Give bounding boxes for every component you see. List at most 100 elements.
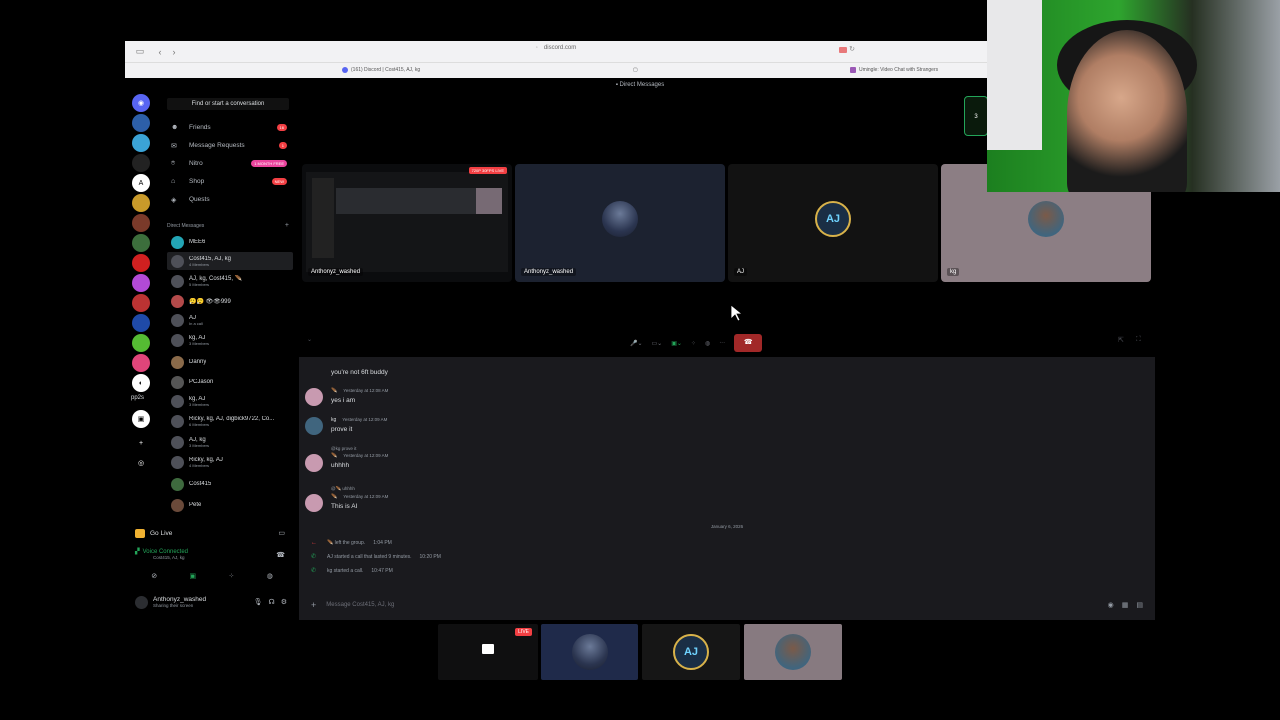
gear-icon[interactable]: ⚙ (281, 598, 287, 606)
share-screen-icon[interactable]: ▣ (189, 572, 196, 584)
server-icon-14[interactable]: ◐ (132, 374, 150, 392)
hangup-button[interactable]: ☎ (734, 334, 763, 352)
collapse-chevron-icon[interactable]: ⌄ (307, 336, 312, 343)
headphones-icon[interactable]: ☊ (269, 598, 275, 606)
server-folder-label[interactable]: pp2s (131, 395, 144, 401)
message-author[interactable]: 🪶 (331, 388, 337, 394)
avatar[interactable] (305, 454, 323, 472)
soundboard-icon[interactable]: ◍ (267, 572, 273, 584)
recording-icon[interactable] (839, 47, 847, 53)
dm-item[interactable]: AJ, kg 3 Members (167, 433, 293, 451)
dm-item[interactable]: Cost415 (167, 475, 293, 493)
server-icon-10[interactable] (132, 294, 150, 312)
server-icon-5[interactable] (132, 194, 150, 212)
dm-item[interactable]: AJ, kg, Cost415, 🪶 5 Members (167, 272, 293, 290)
participant-tile[interactable]: Anthonyz_washed (515, 164, 725, 282)
dm-item[interactable]: Pete (167, 496, 293, 514)
server-icon-9[interactable] (132, 274, 150, 292)
chat-panel: you're not 6ft buddy 🪶 Yesterday at 12:08… (299, 357, 1155, 620)
server-icon-15[interactable]: ▣ (132, 410, 150, 428)
reload-icon[interactable]: ↻ (849, 45, 855, 53)
back-icon[interactable]: ‹ (153, 47, 167, 57)
avatar[interactable] (305, 388, 323, 406)
discover-icon[interactable]: ◎ (132, 454, 150, 472)
message-list[interactable]: you're not 6ft buddy 🪶 Yesterday at 12:08… (299, 357, 1155, 597)
server-home[interactable]: ◉ (132, 94, 150, 112)
dm-item[interactable]: PCJason (167, 373, 293, 391)
dm-item[interactable]: kg, AJ 3 Members (167, 331, 293, 349)
microphone-icon[interactable]: 🎙 (254, 598, 263, 606)
nav-nitro[interactable]: ⌾ Nitro 1 MONTH FREE (167, 156, 293, 171)
participant-tile[interactable]: AJ AJ (728, 164, 938, 282)
server-icon-4[interactable]: A (132, 174, 150, 192)
tab-close-icon[interactable]: ▢ (633, 67, 638, 73)
voice-channel[interactable]: Cost415, AJ, kg (153, 555, 289, 560)
user-panel[interactable]: Anthonyz_washed Sharing their screen 🎙 ☊… (135, 592, 289, 612)
tray-stream-tile[interactable]: LIVE (438, 624, 538, 680)
forward-icon[interactable]: › (167, 47, 181, 57)
dm-item[interactable]: kg, AJ 3 Members (167, 392, 293, 410)
tray-participant-tile[interactable]: AJ (642, 624, 740, 680)
attach-plus-icon[interactable]: + (311, 600, 316, 610)
dm-item[interactable]: Danny (167, 353, 293, 371)
dm-item-active[interactable]: Cost415, AJ, kg 4 Members (167, 252, 293, 270)
server-icon-12[interactable] (132, 334, 150, 352)
message-author[interactable]: 🪶 (331, 494, 337, 500)
nav-friends[interactable]: ☻ Friends 16 (167, 120, 293, 135)
dm-item[interactable]: Ricky, kg, AJ, digbick9722, Co... 6 Membe… (167, 412, 293, 430)
webcam-overlay (987, 0, 1280, 192)
popout-icon[interactable]: ⇱ (1118, 336, 1124, 344)
server-icon-11[interactable] (132, 314, 150, 332)
server-icon-3[interactable] (132, 154, 150, 172)
gift-icon[interactable]: ◉ (1108, 601, 1114, 609)
disconnect-icon[interactable]: ☎ (276, 551, 285, 559)
stream-tile-screen[interactable]: 720P 30FPS LIVE Anthonyz_washed (302, 164, 512, 282)
go-live-button[interactable]: Go Live ▭ (135, 526, 289, 540)
server-icon-13[interactable] (132, 354, 150, 372)
tab-discord[interactable]: (161) Discord | Cost415, AJ, kg (342, 67, 420, 73)
dm-item[interactable]: 😮‍💨😮‍💨 👁👁999 (167, 292, 293, 310)
avatar (171, 313, 184, 327)
server-icon-8[interactable] (132, 254, 150, 272)
message-author[interactable]: 🪶 (331, 453, 337, 459)
tray-participant-tile[interactable] (541, 624, 638, 680)
camera-off-icon[interactable]: ⊘ (151, 572, 157, 584)
avatar[interactable] (305, 417, 323, 435)
screen-share-icon[interactable]: ▭ (278, 529, 285, 537)
sticker-icon[interactable]: ▤ (1136, 601, 1143, 609)
reply-preview[interactable]: @🪶 uhhhh (331, 486, 388, 492)
soundboard-icon[interactable]: ◍ (705, 340, 710, 347)
avatar[interactable] (305, 494, 323, 512)
server-icon-2[interactable] (132, 134, 150, 152)
server-icon-7[interactable] (132, 234, 150, 252)
reply-preview[interactable]: @kg prove it (331, 446, 388, 451)
message-composer[interactable]: + Message Cost415, AJ, kg ◉ ▦ ▤ (299, 597, 1155, 613)
fullscreen-icon[interactable]: ⛶ (1136, 336, 1141, 344)
dm-item[interactable]: Ricky, kg, AJ 4 Members (167, 453, 293, 471)
tab-umingle[interactable]: Umingle: Video Chat with Strangers (850, 67, 938, 73)
find-conversation-input[interactable]: Find or start a conversation (167, 98, 289, 110)
address-bar[interactable]: ◦ discord.com (536, 45, 576, 51)
participant-count-badge[interactable]: 3 (964, 96, 988, 136)
share-screen-icon[interactable]: ▣⌄ (671, 340, 682, 347)
gif-icon[interactable]: ▦ (1122, 601, 1129, 609)
composer-placeholder[interactable]: Message Cost415, AJ, kg (326, 602, 394, 608)
dm-item[interactable]: AJ In a call (167, 311, 293, 329)
sidebar-toggle-icon[interactable]: ▭ (133, 46, 147, 57)
activities-icon[interactable]: ⁘ (228, 572, 234, 584)
microphone-icon[interactable]: 🎤⌄ (630, 340, 643, 347)
avatar (171, 274, 184, 288)
tray-participant-tile[interactable] (744, 624, 842, 680)
dm-item[interactable]: MEE6 (167, 233, 293, 251)
more-icon[interactable]: ··· (719, 340, 725, 346)
nav-quests[interactable]: ◈ Quests (167, 192, 293, 207)
camera-icon[interactable]: ▭⌄ (652, 340, 663, 347)
server-icon-1[interactable] (132, 114, 150, 132)
create-dm-icon[interactable]: + (285, 222, 289, 229)
server-icon-6[interactable] (132, 214, 150, 232)
nav-shop[interactable]: ⌂ Shop NEW (167, 174, 293, 189)
activities-icon[interactable]: ⁘ (691, 340, 696, 347)
nav-message-requests[interactable]: ✉ Message Requests 1 (167, 138, 293, 153)
message-author[interactable]: kg (331, 417, 336, 423)
add-server-icon[interactable]: + (132, 434, 150, 452)
